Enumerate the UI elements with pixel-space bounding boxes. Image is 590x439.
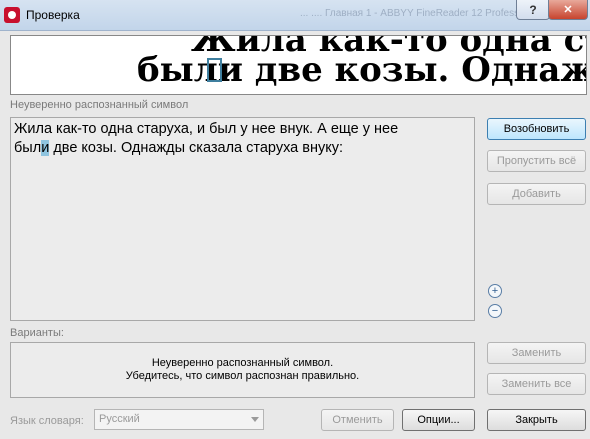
replace-button[interactable]: Заменить [487, 342, 586, 364]
recognized-text-editor[interactable]: Жила как-то одна старуха, и был у нее вн… [10, 117, 475, 321]
zoom-in-icon[interactable]: + [488, 284, 502, 298]
options-button[interactable]: Опции... [402, 409, 475, 431]
app-logo-icon [4, 7, 20, 23]
source-image-preview: Жила как-то одна стару были две козы. Од… [10, 35, 587, 95]
variants-label: Варианты: [10, 327, 64, 339]
window-title: Проверка [26, 8, 80, 22]
variants-list[interactable]: Неуверенно распознанный символ. Убедитес… [10, 342, 475, 398]
text-line-2: были две козы. Однажды сказала старуха в… [14, 140, 344, 156]
text-line-1: Жила как-то одна старуха, и был у нее вн… [14, 121, 399, 137]
variants-message-line-2: Убедитесь, что символ распознан правильн… [125, 370, 360, 382]
variants-message-line-1: Неуверенно распознанный символ. [151, 357, 334, 369]
help-button[interactable]: ? [516, 0, 550, 20]
dictionary-language-label: Язык словаря: [10, 415, 84, 427]
add-button[interactable]: Добавить [487, 183, 586, 205]
close-button[interactable]: Закрыть [487, 409, 586, 431]
uncertain-symbol-label: Неуверенно распознанный символ [10, 99, 189, 111]
dictionary-language-select[interactable]: Русский [94, 409, 264, 430]
replace-all-button[interactable]: Заменить все [487, 373, 586, 395]
dictionary-language-value: Русский [99, 413, 140, 425]
zoom-out-icon[interactable]: − [488, 304, 502, 318]
resume-button[interactable]: Возобновить [487, 118, 586, 140]
close-window-button[interactable] [548, 0, 588, 20]
undo-button[interactable]: Отменить [321, 409, 394, 431]
preview-line-main: были две козы. Однажды ск [137, 50, 586, 90]
chevron-down-icon [251, 417, 259, 422]
help-icon: ? [529, 2, 537, 17]
title-bar: Проверка ... .... Главная 1 - ABBYY Fine… [0, 0, 590, 31]
skip-all-button[interactable]: Пропустить всё [487, 150, 586, 172]
uncertain-char-frame [207, 58, 222, 82]
